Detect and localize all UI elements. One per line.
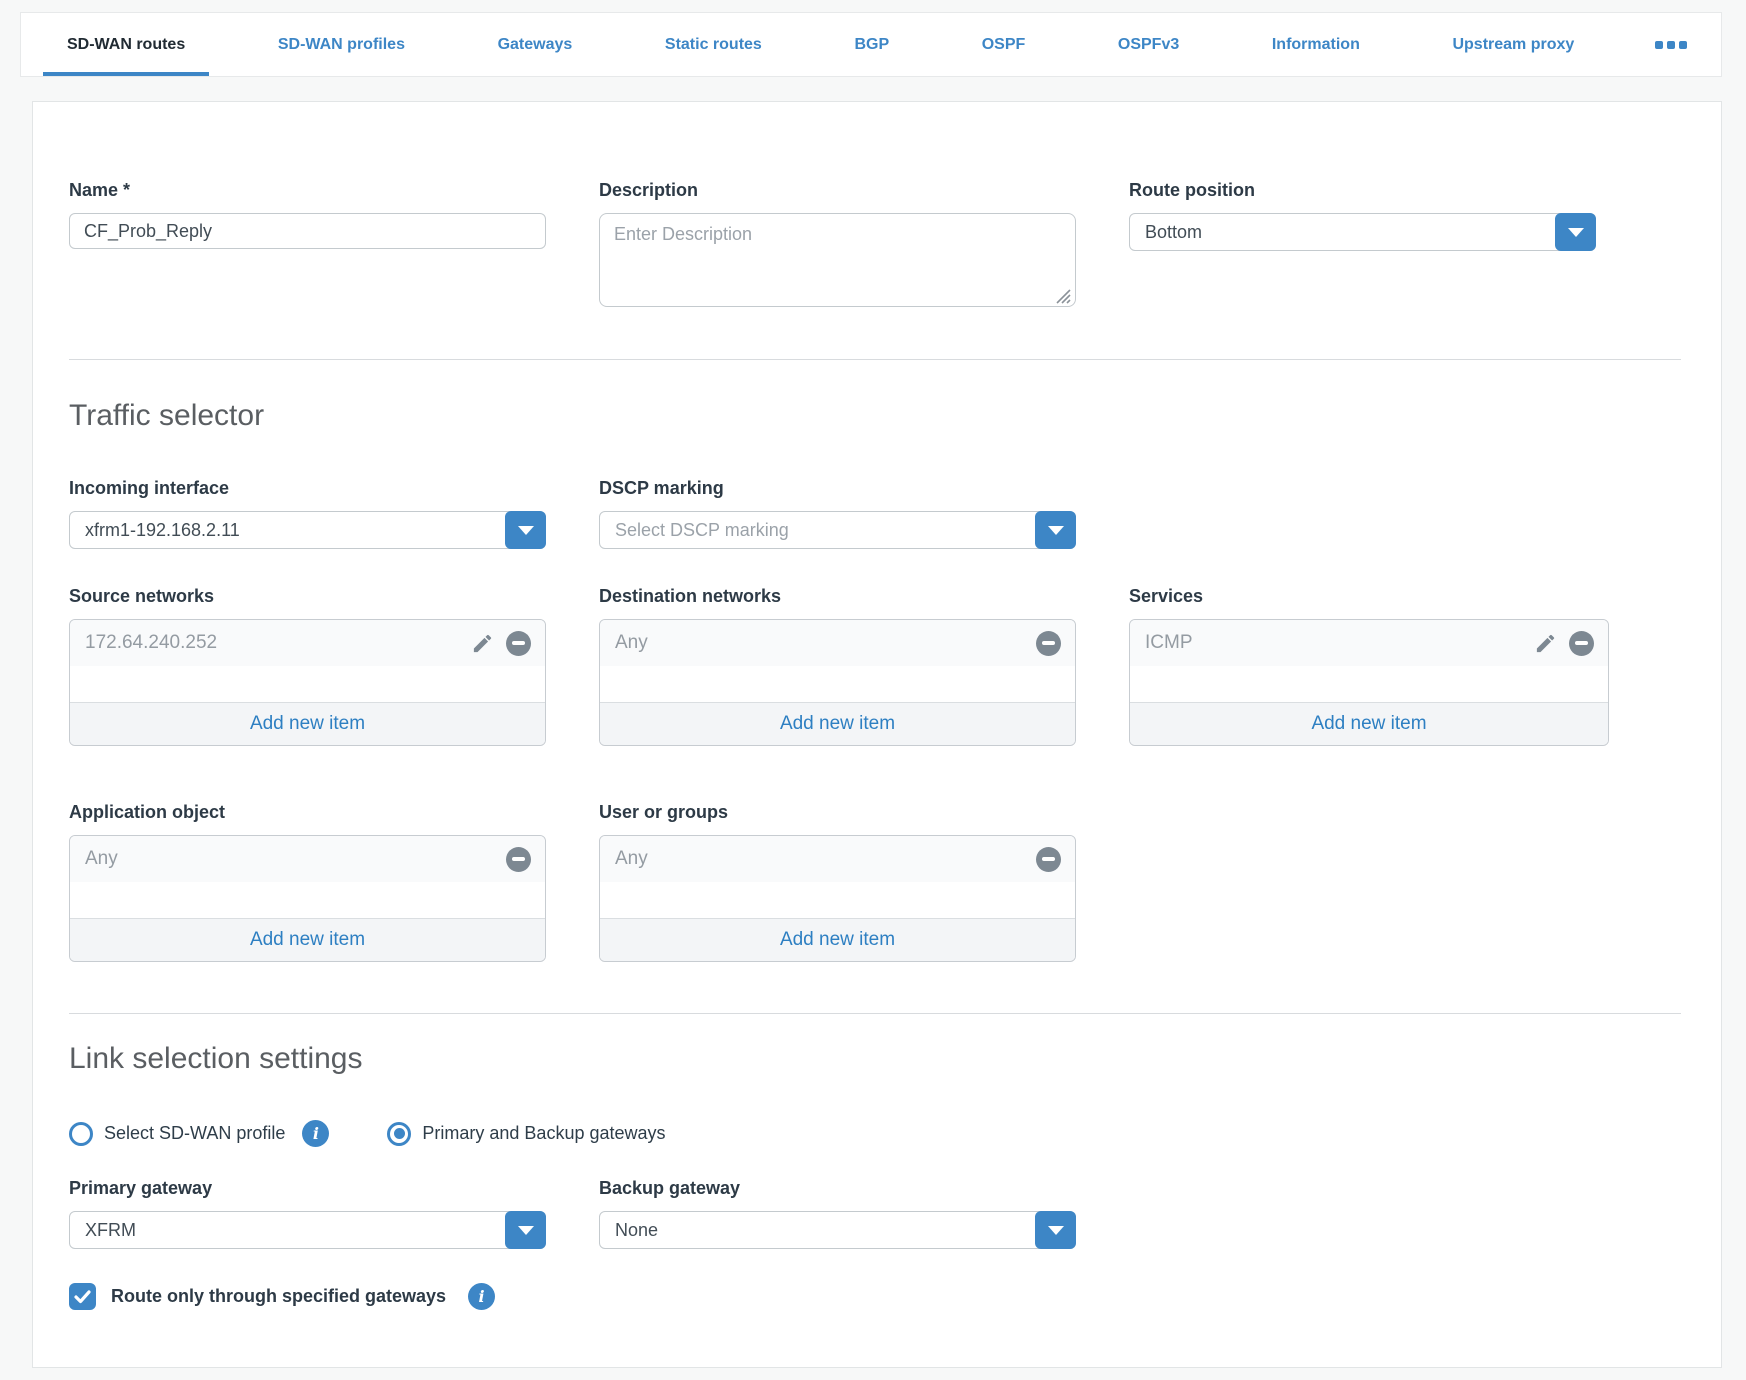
backup-gateway-dropdown[interactable]: None xyxy=(599,1211,1076,1249)
edit-pencil-icon[interactable] xyxy=(1534,632,1557,655)
listbox-spacer xyxy=(600,882,1075,918)
description-field-group: Description xyxy=(599,179,1076,312)
list-item: Any xyxy=(600,620,1075,666)
backup-gateway-value: None xyxy=(615,1220,658,1241)
add-new-item-button[interactable]: Add new item xyxy=(600,702,1075,745)
dscp-marking-placeholder: Select DSCP marking xyxy=(615,520,789,541)
remove-minus-icon[interactable] xyxy=(506,847,531,872)
traffic-selector-title: Traffic selector xyxy=(69,398,1681,434)
user-or-groups-listbox: Any Add new item xyxy=(599,835,1076,962)
more-tabs-ellipsis-icon[interactable] xyxy=(1643,13,1699,76)
radio-label: Primary and Backup gateways xyxy=(422,1123,665,1144)
source-networks-listbox: 172.64.240.252 Add new item xyxy=(69,619,546,746)
radio-select-sdwan-profile[interactable]: Select SD-WAN profile xyxy=(69,1122,285,1146)
chevron-down-icon[interactable] xyxy=(505,511,546,549)
tab-static-routes[interactable]: Static routes xyxy=(641,13,786,76)
tab-ospfv3[interactable]: OSPFv3 xyxy=(1094,13,1203,76)
backup-gateway-label: Backup gateway xyxy=(599,1177,1076,1199)
tab-information[interactable]: Information xyxy=(1248,13,1384,76)
info-icon[interactable]: i xyxy=(468,1283,495,1310)
chevron-down-icon[interactable] xyxy=(1035,1211,1076,1249)
tab-sdwan-profiles[interactable]: SD-WAN profiles xyxy=(254,13,429,76)
edit-pencil-icon[interactable] xyxy=(471,632,494,655)
radio-primary-backup-gateways[interactable]: Primary and Backup gateways xyxy=(387,1122,665,1146)
listbox-spacer xyxy=(70,666,545,702)
top-tab-bar: SD-WAN routes SD-WAN profiles Gateways S… xyxy=(20,12,1722,77)
add-new-item-button[interactable]: Add new item xyxy=(600,918,1075,961)
application-object-label: Application object xyxy=(69,801,546,823)
section-divider xyxy=(69,1013,1681,1014)
dscp-marking-dropdown[interactable]: Select DSCP marking xyxy=(599,511,1076,549)
list-item: 172.64.240.252 xyxy=(70,620,545,666)
route-only-checkbox[interactable] xyxy=(69,1283,96,1310)
route-position-dropdown[interactable]: Bottom xyxy=(1129,213,1596,251)
tab-gateways[interactable]: Gateways xyxy=(474,13,597,76)
remove-minus-icon[interactable] xyxy=(1036,631,1061,656)
services-listbox: ICMP Add new item xyxy=(1129,619,1609,746)
incoming-interface-dropdown[interactable]: xfrm1-192.168.2.11 xyxy=(69,511,546,549)
dscp-marking-label: DSCP marking xyxy=(599,477,1076,499)
list-item: Any xyxy=(70,836,545,882)
remove-minus-icon[interactable] xyxy=(1036,847,1061,872)
section-divider xyxy=(69,359,1681,360)
radio-unselected-icon[interactable] xyxy=(69,1122,93,1146)
list-item-text: Any xyxy=(615,848,648,870)
destination-networks-listbox: Any Add new item xyxy=(599,619,1076,746)
route-position-field-group: Route position Bottom xyxy=(1129,179,1609,251)
chevron-down-icon[interactable] xyxy=(505,1211,546,1249)
name-field-group: Name * xyxy=(69,179,546,249)
user-or-groups-group: User or groups Any Add new item xyxy=(599,801,1076,962)
route-only-label: Route only through specified gateways xyxy=(111,1286,446,1307)
destination-networks-label: Destination networks xyxy=(599,585,1076,607)
tab-sdwan-routes[interactable]: SD-WAN routes xyxy=(43,13,209,76)
tab-ospf[interactable]: OSPF xyxy=(958,13,1050,76)
primary-gateway-dropdown[interactable]: XFRM xyxy=(69,1211,546,1249)
description-label: Description xyxy=(599,179,1076,201)
list-item: Any xyxy=(600,836,1075,882)
description-textarea[interactable] xyxy=(599,213,1076,307)
primary-gateway-label: Primary gateway xyxy=(69,1177,546,1199)
listbox-spacer xyxy=(1130,666,1608,702)
dscp-marking-field-group: DSCP marking Select DSCP marking xyxy=(599,477,1076,549)
listbox-spacer xyxy=(600,666,1075,702)
tab-bgp[interactable]: BGP xyxy=(830,13,913,76)
info-icon[interactable]: i xyxy=(302,1120,329,1147)
backup-gateway-field-group: Backup gateway None xyxy=(599,1177,1076,1249)
user-or-groups-label: User or groups xyxy=(599,801,1076,823)
incoming-interface-field-group: Incoming interface xfrm1-192.168.2.11 xyxy=(69,477,546,549)
name-label: Name * xyxy=(69,179,546,201)
primary-gateway-field-group: Primary gateway XFRM xyxy=(69,1177,546,1249)
list-item-text: ICMP xyxy=(1145,632,1193,654)
add-new-item-button[interactable]: Add new item xyxy=(1130,702,1608,745)
source-networks-label: Source networks xyxy=(69,585,546,607)
radio-selected-icon[interactable] xyxy=(387,1122,411,1146)
listbox-spacer xyxy=(70,882,545,918)
add-new-item-button[interactable]: Add new item xyxy=(70,918,545,961)
services-group: Services ICMP Add new item xyxy=(1129,585,1609,746)
link-selection-title: Link selection settings xyxy=(69,1041,1681,1077)
list-item: ICMP xyxy=(1130,620,1608,666)
application-object-group: Application object Any Add new item xyxy=(69,801,546,962)
remove-minus-icon[interactable] xyxy=(1569,631,1594,656)
destination-networks-group: Destination networks Any Add new item xyxy=(599,585,1076,746)
incoming-interface-value: xfrm1-192.168.2.11 xyxy=(85,520,240,541)
list-item-text: Any xyxy=(615,632,648,654)
chevron-down-icon[interactable] xyxy=(1035,511,1076,549)
chevron-down-icon[interactable] xyxy=(1555,213,1596,251)
list-item-text: 172.64.240.252 xyxy=(85,632,217,654)
route-position-label: Route position xyxy=(1129,179,1609,201)
remove-minus-icon[interactable] xyxy=(506,631,531,656)
source-networks-group: Source networks 172.64.240.252 Add new i… xyxy=(69,585,546,746)
add-new-item-button[interactable]: Add new item xyxy=(70,702,545,745)
route-position-value: Bottom xyxy=(1145,222,1202,243)
services-label: Services xyxy=(1129,585,1609,607)
application-object-listbox: Any Add new item xyxy=(69,835,546,962)
sdwan-route-form-card: Name * Description Route position Bottom xyxy=(32,101,1722,1368)
list-item-text: Any xyxy=(85,848,118,870)
name-input[interactable] xyxy=(69,213,546,249)
radio-label: Select SD-WAN profile xyxy=(104,1123,285,1144)
primary-gateway-value: XFRM xyxy=(85,1220,136,1241)
incoming-interface-label: Incoming interface xyxy=(69,477,546,499)
tab-upstream-proxy[interactable]: Upstream proxy xyxy=(1428,13,1598,76)
